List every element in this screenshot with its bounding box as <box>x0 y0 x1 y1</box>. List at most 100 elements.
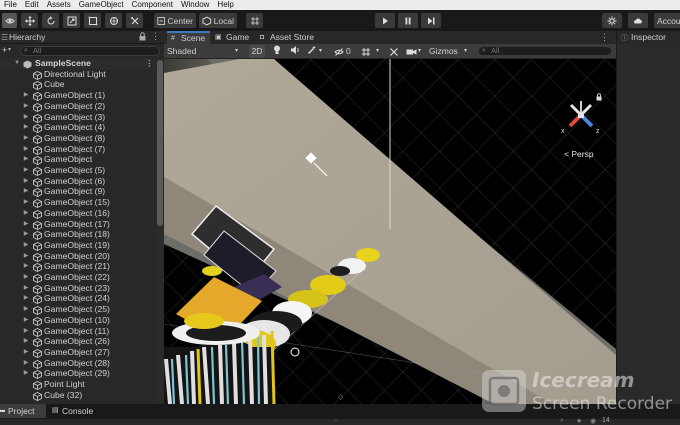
expand-arrow-icon[interactable]: ▶ <box>22 315 30 326</box>
hierarchy-row[interactable]: ▶ GameObject (20) <box>0 251 156 262</box>
expand-arrow-icon[interactable]: ▶ <box>22 219 30 230</box>
expand-arrow-icon[interactable]: ▶ <box>22 154 30 165</box>
2d-toggle[interactable]: 2D <box>249 45 265 58</box>
hierarchy-row[interactable]: Cube (32) <box>0 390 156 401</box>
expand-arrow-icon[interactable]: ▶ <box>22 326 30 337</box>
perspective-toggle[interactable]: < Persp <box>564 149 594 159</box>
scene-viewport[interactable]: ◇ x z < Persp <box>164 59 616 404</box>
hidden-objects-toggle[interactable]: 0 <box>334 45 356 58</box>
chevron-down-icon[interactable]: ▾ <box>319 45 322 58</box>
rect-tool-icon[interactable] <box>84 13 101 28</box>
grid-snap-icon[interactable] <box>246 13 263 28</box>
tab-project[interactable]: ▬ Project <box>0 404 46 418</box>
expand-arrow-icon[interactable]: ▶ <box>22 336 30 347</box>
audio-icon[interactable] <box>290 45 300 58</box>
lock-icon[interactable] <box>139 32 146 43</box>
hierarchy-row[interactable]: ▶ GameObject (18) <box>0 229 156 241</box>
panel-menu-icon[interactable]: ⋮ <box>151 31 160 42</box>
hierarchy-scrollbar[interactable] <box>156 58 164 404</box>
expand-arrow-icon[interactable]: ▶ <box>22 90 30 101</box>
hierarchy-row[interactable]: ▶ GameObject (23) <box>0 283 156 294</box>
collab-icon[interactable] <box>602 13 622 28</box>
hierarchy-row[interactable]: ▶ GameObject (22) <box>0 272 156 284</box>
expand-arrow-icon[interactable]: ▶ <box>22 122 30 133</box>
expand-arrow-icon[interactable]: ▶ <box>22 368 30 379</box>
lighting-icon[interactable] <box>273 45 281 58</box>
scene-row[interactable]: ▼ SampleScene ⋮ <box>0 58 156 69</box>
hierarchy-row[interactable]: ▶ GameObject (24) <box>0 293 156 305</box>
chevron-down-icon[interactable]: ▾ <box>8 46 11 53</box>
hierarchy-row[interactable]: ▶ GameObject (7) <box>0 144 156 155</box>
hierarchy-row[interactable]: ▶ GameObject (10) <box>0 315 156 326</box>
lock-icon[interactable] <box>596 93 602 103</box>
hierarchy-tab[interactable]: ☰ Hierarchy ⋮ <box>0 31 164 44</box>
hierarchy-row[interactable]: ▶ GameObject (19) <box>0 240 156 251</box>
expand-arrow-icon[interactable]: ▶ <box>22 304 30 315</box>
expand-arrow-icon[interactable]: ▶ <box>22 240 30 251</box>
chevron-down-icon[interactable]: ▾ <box>376 45 379 58</box>
hierarchy-row[interactable]: ▶ GameObject (2) <box>0 101 156 112</box>
hierarchy-row[interactable]: Point Light <box>0 379 156 391</box>
hierarchy-row[interactable]: ▶ GameObject (3) <box>0 112 156 123</box>
move-tool-icon[interactable] <box>21 13 38 28</box>
expand-arrow-icon[interactable]: ▶ <box>22 283 30 294</box>
hierarchy-row[interactable]: ▶ GameObject (29) <box>0 368 156 380</box>
custom-tool-icon[interactable] <box>126 13 143 28</box>
menu-assets[interactable]: Assets <box>43 0 75 10</box>
tab-scene[interactable]: # Scene <box>167 31 210 44</box>
menu-gameobject[interactable]: GameObject <box>75 0 128 10</box>
hierarchy-row[interactable]: ▶ GameObject (21) <box>0 261 156 273</box>
hierarchy-row[interactable]: ▶ GameObject (17) <box>0 219 156 230</box>
account-dropdown[interactable]: Accou <box>654 13 680 28</box>
menu-window[interactable]: Window <box>177 0 213 10</box>
hierarchy-row[interactable]: ▶ GameObject (4) <box>0 122 156 134</box>
view-tool-icon[interactable] <box>2 13 17 28</box>
hierarchy-search-input[interactable]: ⌕ All <box>20 46 160 56</box>
camera-icon[interactable] <box>406 45 417 58</box>
grid-visibility-icon[interactable] <box>361 45 371 58</box>
scrollbar-thumb[interactable] <box>157 60 163 226</box>
tab-asset-store[interactable]: ◘ Asset Store <box>256 31 336 44</box>
expand-arrow-icon[interactable]: ▼ <box>13 58 21 69</box>
pivot-local-toggle[interactable]: Local <box>199 13 237 28</box>
scene-search-input[interactable]: ⌕ All <box>478 46 612 56</box>
expand-arrow-icon[interactable]: ▶ <box>22 272 30 283</box>
expand-arrow-icon[interactable]: ▶ <box>22 165 30 176</box>
inspector-tab[interactable]: ⓘ Inspector <box>617 31 680 44</box>
panel-menu-icon[interactable]: ⋮ <box>600 32 609 43</box>
effects-icon[interactable] <box>307 45 317 58</box>
hierarchy-row[interactable]: ▶ GameObject (25) <box>0 304 156 316</box>
tab-console[interactable]: ▤ Console <box>50 404 100 418</box>
play-button[interactable] <box>375 13 395 28</box>
hierarchy-row[interactable]: ▶ GameObject (9) <box>0 186 156 198</box>
expand-arrow-icon[interactable]: ▶ <box>22 197 30 208</box>
hierarchy-row[interactable]: ▶ GameObject (16) <box>0 208 156 219</box>
expand-arrow-icon[interactable]: ▶ <box>22 176 30 187</box>
hierarchy-row[interactable]: ▶ GameObject (26) <box>0 336 156 348</box>
menu-help[interactable]: Help <box>213 0 237 10</box>
expand-arrow-icon[interactable]: ▶ <box>22 112 30 123</box>
hierarchy-row[interactable]: Directional Light <box>0 69 156 80</box>
slider-icon[interactable]: ○ <box>334 418 338 424</box>
hierarchy-row[interactable]: ▶ GameObject (5) <box>0 165 156 177</box>
expand-arrow-icon[interactable]: ▶ <box>22 144 30 155</box>
cloud-icon[interactable] <box>628 13 648 28</box>
expand-arrow-icon[interactable]: ▶ <box>22 101 30 112</box>
menu-file[interactable]: File <box>0 0 21 10</box>
add-button[interactable]: + <box>2 45 7 55</box>
expand-arrow-icon[interactable]: ▶ <box>22 261 30 272</box>
menu-component[interactable]: Component <box>128 0 177 10</box>
expand-arrow-icon[interactable]: ▶ <box>22 208 30 219</box>
scale-tool-icon[interactable] <box>63 13 80 28</box>
search-icon[interactable]: ⌕ <box>560 417 564 425</box>
transform-tool-icon[interactable] <box>105 13 122 28</box>
hierarchy-row[interactable]: ▶ GameObject (28) <box>0 358 156 369</box>
expand-arrow-icon[interactable]: ▶ <box>22 358 30 369</box>
shading-mode-dropdown[interactable]: Shaded ▾ <box>167 45 243 58</box>
pivot-center-toggle[interactable]: Center <box>154 13 196 28</box>
hierarchy-row[interactable]: Cube <box>0 79 156 91</box>
expand-arrow-icon[interactable]: ▶ <box>22 251 30 262</box>
menu-edit[interactable]: Edit <box>21 0 43 10</box>
hierarchy-row[interactable]: ▶ GameObject (15) <box>0 197 156 209</box>
orientation-gizmo[interactable]: x z <box>557 93 605 147</box>
